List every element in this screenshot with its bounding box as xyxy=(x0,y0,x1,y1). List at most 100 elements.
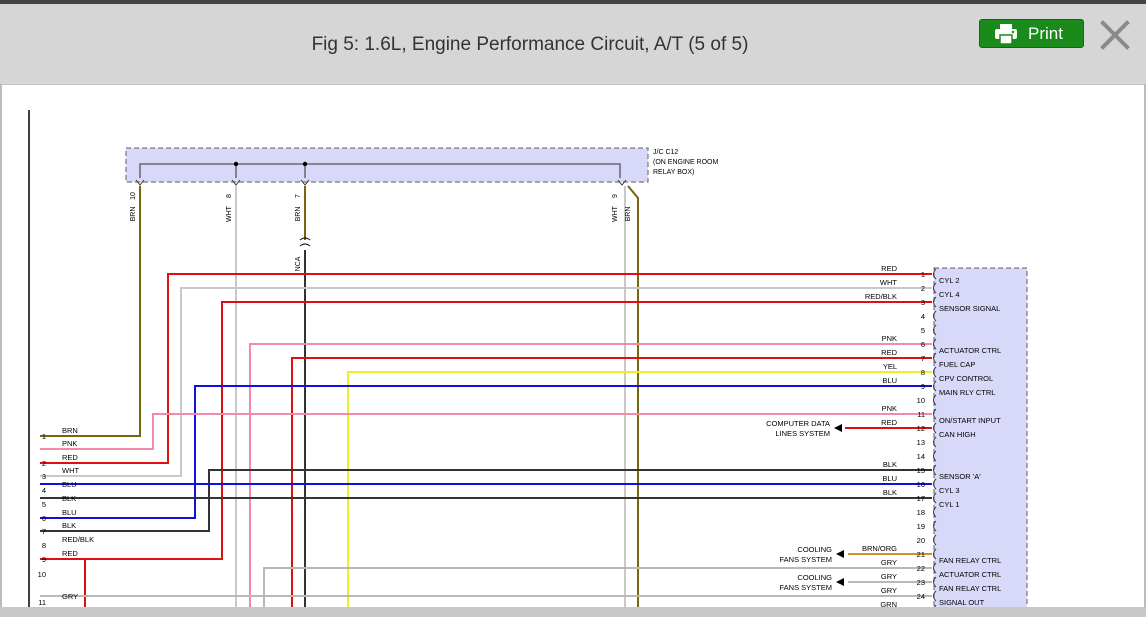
ecu-pin-number: 4 xyxy=(921,312,925,321)
wire-jc9-brn xyxy=(627,185,639,607)
left-pin-number: 9 xyxy=(42,555,46,564)
left-pin-number: 11 xyxy=(38,598,46,607)
ecu-pin-color: BLK xyxy=(883,460,897,469)
ecu-pin-color: GRY xyxy=(881,558,897,567)
ecu-pin-color: BLU xyxy=(882,376,897,385)
modal-header: Fig 5: 1.6L, Engine Performance Circuit,… xyxy=(0,4,1146,85)
junction-splice-1 xyxy=(233,161,239,167)
ecu-pin-number: 19 xyxy=(917,522,925,531)
ecu-pin-number: 9 xyxy=(921,382,925,391)
ecu-pin-color: PNK xyxy=(882,404,897,413)
ecu-pin-number: 17 xyxy=(917,494,925,503)
junction-pin-color: WHT xyxy=(612,205,619,222)
junction-pin-number: 10 xyxy=(130,192,137,200)
system-label-line: COOLING xyxy=(797,573,832,582)
left-pin-number: 10 xyxy=(38,570,46,579)
junction-splice-2 xyxy=(302,161,308,167)
ecu-pin-color: BLK xyxy=(883,488,897,497)
wiring-diagram: J/C C12 (ON ENGINE ROOM RELAY BOX) 10 BRN 8 WH… xyxy=(28,110,1028,607)
ecu-pin-color: BLU xyxy=(882,474,897,483)
wire-jc10-brn xyxy=(40,186,141,437)
ecu-pin-number: 7 xyxy=(921,354,925,363)
system-label-line: COMPUTER DATA xyxy=(766,419,830,428)
ecu-pin-color: WHT xyxy=(880,278,897,287)
ecu-pin-function: CYL 4 xyxy=(939,290,960,299)
left-pin-color: WHT xyxy=(62,466,79,475)
left-pin-color: BRN xyxy=(62,426,78,435)
ecu-pin-color: RED xyxy=(881,264,897,273)
wire-cyl4-wht xyxy=(40,287,932,477)
left-pin-color: PNK xyxy=(62,439,77,448)
ecu-pin-color: RED/BLK xyxy=(865,292,897,301)
ecu-pin-function: CAN HIGH xyxy=(939,430,976,439)
junction-pin-number: 7 xyxy=(295,194,302,198)
ecu-pin-color: RED xyxy=(881,348,897,357)
ecu-pin-number: 24 xyxy=(917,592,925,601)
left-pin-color: BLU xyxy=(62,508,77,517)
wire-sensorA-blk xyxy=(40,469,932,532)
system-arrow xyxy=(834,424,842,432)
ecu-pin-number: 12 xyxy=(917,424,925,433)
ecu-pin-function: FUEL CAP xyxy=(939,360,975,369)
left-pin-number: 2 xyxy=(42,459,46,468)
ecu-pin-color: GRY xyxy=(881,572,897,581)
left-pin-number: 4 xyxy=(42,486,46,495)
left-pin-number: 1 xyxy=(42,432,46,441)
junction-box xyxy=(125,147,649,183)
system-arrow xyxy=(836,550,844,558)
ecu-pin-color: GRN xyxy=(880,600,897,607)
ecu-pin-function: SIGNAL OUT xyxy=(939,598,985,607)
ecu-pin-number: 11 xyxy=(917,410,925,419)
ecu-pin-number: 15 xyxy=(917,466,925,475)
system-label-line: COOLING xyxy=(797,545,832,554)
junction-pin-color: WHT xyxy=(226,205,233,222)
junction-pin-color: BRN xyxy=(295,207,302,222)
ecu-pin-number: 16 xyxy=(917,480,925,489)
ecu-pin-function: MAIN RLY CTRL xyxy=(939,388,995,397)
print-button[interactable]: Print xyxy=(979,19,1084,48)
left-pin-number: 6 xyxy=(42,514,46,523)
left-pin-color: GRY xyxy=(62,592,78,601)
system-label-line: FANS SYSTEM xyxy=(779,555,832,564)
left-pin-color: RED/BLK xyxy=(62,535,94,544)
ecu-pin-function: CYL 1 xyxy=(939,500,960,509)
ecu-pin-number: 14 xyxy=(917,452,925,461)
ecu-pin-color: PNK xyxy=(882,334,897,343)
ecu-pin-number: 21 xyxy=(917,550,925,559)
nca-label: NCA xyxy=(295,256,302,271)
ecu-pin-number: 5 xyxy=(921,326,925,335)
left-pin-number: 5 xyxy=(42,500,46,509)
left-pin-color: RED xyxy=(62,549,78,558)
bottom-scroll-area xyxy=(0,607,1146,617)
junction-label-line: J/C C12 xyxy=(653,149,678,156)
wire-cpv-yel xyxy=(347,371,932,607)
ecu-pin-function: FAN RELAY CTRL xyxy=(939,584,1001,593)
ecu-pin-number: 10 xyxy=(917,396,925,405)
wire-fuelcap-red xyxy=(291,357,932,607)
ecu-pin-number: 13 xyxy=(917,438,925,447)
left-pin-number: 7 xyxy=(42,527,46,536)
left-pin-number: 8 xyxy=(42,541,46,550)
junction-pin-color: BRN xyxy=(130,207,137,222)
ecu-pin-function: FAN RELAY CTRL xyxy=(939,556,1001,565)
ecu-pin-number: 18 xyxy=(917,508,925,517)
ecu-pin-function: SENSOR SIGNAL xyxy=(939,304,1000,313)
ecu-pin-function: CPV CONTROL xyxy=(939,374,993,383)
left-pin-color: BLK xyxy=(62,521,76,530)
ecu-pin-color: YEL xyxy=(883,362,897,371)
ecu-pin-color: BRN/ORG xyxy=(862,544,897,553)
ecu-pin-function: CYL 3 xyxy=(939,486,960,495)
system-arrow xyxy=(836,578,844,586)
ecu-pin-number: 3 xyxy=(921,298,925,307)
system-label-line: LINES SYSTEM xyxy=(775,429,830,438)
ecu-pin-function: SENSOR 'A' xyxy=(939,472,981,481)
junction-label-line: (ON ENGINE ROOM xyxy=(653,159,719,166)
junction-label-line: RELAY BOX) xyxy=(653,169,694,176)
ecu-pin-function: ACTUATOR CTRL xyxy=(939,570,1001,579)
close-button[interactable] xyxy=(1099,19,1131,51)
page-title: Fig 5: 1.6L, Engine Performance Circuit,… xyxy=(311,34,749,55)
ecu-pin-number: 20 xyxy=(917,536,925,545)
ecu-pin-function: ON/START INPUT xyxy=(939,416,1001,425)
ecu-pin-number: 6 xyxy=(921,340,925,349)
left-pin-color: RED xyxy=(62,453,78,462)
